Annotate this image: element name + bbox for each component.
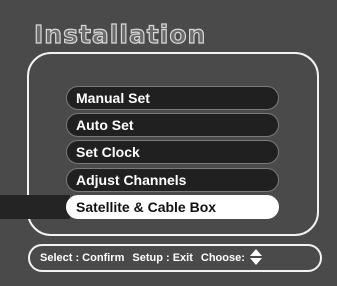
choose-hint: Choose:: [200, 252, 245, 264]
menu-item-satellite-cable-box[interactable]: Satellite & Cable Box: [66, 195, 279, 219]
up-down-arrow-icon: [249, 248, 263, 269]
select-confirm-hint: Select : Confirm: [40, 252, 125, 264]
help-bar: Select : Confirm Setup : Exit Choose:: [28, 244, 322, 272]
menu-item-set-clock[interactable]: Set Clock: [66, 140, 279, 164]
selection-indicator-band: [0, 195, 70, 219]
menu-item-adjust-channels[interactable]: Adjust Channels: [66, 168, 279, 192]
menu-item-auto-set[interactable]: Auto Set: [66, 113, 279, 137]
screen-title: Installation: [33, 19, 207, 49]
setup-exit-hint: Setup : Exit: [132, 252, 193, 264]
menu-item-manual-set[interactable]: Manual Set: [66, 86, 279, 110]
